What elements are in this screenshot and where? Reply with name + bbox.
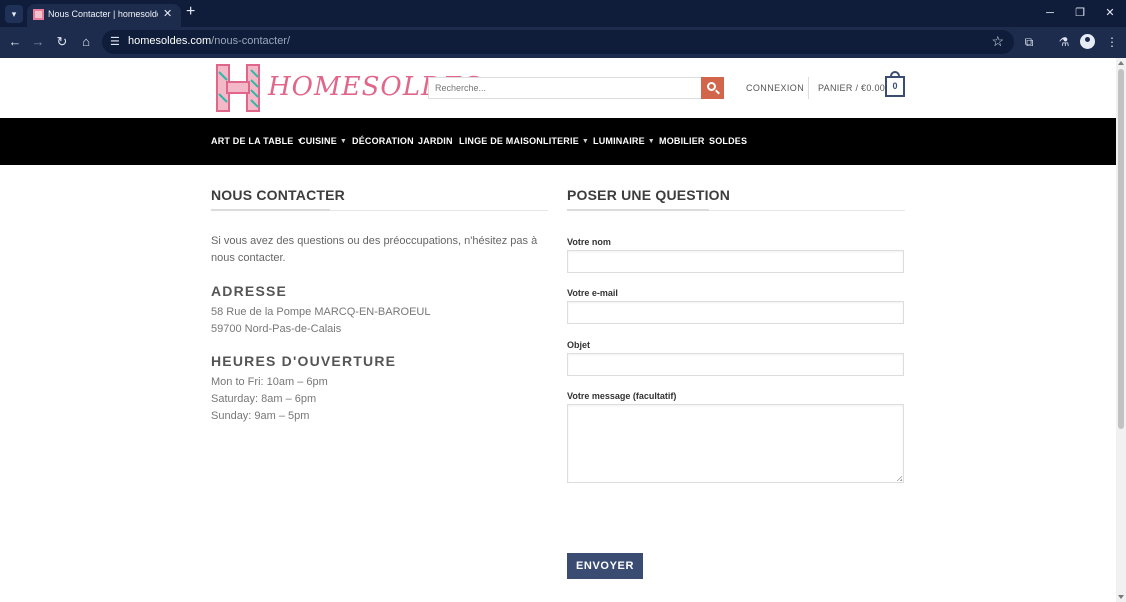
nav-label: LUMINAIRE (593, 136, 645, 146)
nav-jardin[interactable]: JARDIN (418, 136, 453, 146)
submit-button[interactable]: ENVOYER (567, 553, 643, 579)
tab-title: Nous Contacter | homesoldes.c... (48, 9, 158, 19)
cart-link[interactable]: PANIER / €0.00 (818, 83, 885, 93)
subject-field[interactable] (567, 353, 904, 376)
nav-label: ART DE LA TABLE (211, 136, 294, 146)
page-scrollbar[interactable] (1116, 58, 1126, 602)
nav-literie[interactable]: LITERIE ▼ (543, 136, 589, 146)
login-link[interactable]: CONNEXION (746, 83, 804, 93)
profile-avatar-icon[interactable] (1080, 34, 1095, 49)
chevron-down-icon: ▼ (581, 138, 590, 145)
email-field[interactable] (567, 301, 904, 324)
bookmark-star-icon[interactable]: ☆ (991, 33, 1004, 50)
subject-label: Objet (567, 340, 591, 350)
browser-tab[interactable]: Nous Contacter | homesoldes.c... ✕ (27, 4, 181, 27)
title-underline (567, 209, 709, 211)
nav-luminaire[interactable]: LUMINAIRE ▼ (593, 136, 655, 146)
hours-heading: HEURES D'OUVERTURE (211, 353, 397, 369)
url-text[interactable]: homesoldes.com/nous-contacter/ (128, 35, 290, 47)
scroll-up-icon[interactable] (1118, 61, 1124, 65)
browser-tab-bar: ▾ Nous Contacter | homesoldes.c... ✕ + ─… (0, 0, 1126, 27)
nav-cuisine[interactable]: CUISINE ▼ (299, 136, 347, 146)
email-label: Votre e-mail (567, 288, 618, 298)
nav-decoration[interactable]: DÉCORATION (352, 136, 414, 146)
extensions-icon[interactable]: ⧉ (1020, 33, 1038, 51)
main-navigation: ART DE LA TABLE ▼ CUISINE ▼ DÉCORATION JAR… (0, 118, 1116, 165)
resize-handle-icon[interactable] (896, 475, 902, 481)
nav-mobilier[interactable]: MOBILIER (659, 136, 705, 146)
chevron-down-icon: ▼ (339, 138, 348, 145)
labs-icon[interactable]: ⚗ (1055, 33, 1073, 51)
site-header: HOMESOLDES CONNEXION PANIER / €0.00 0 (0, 58, 1116, 118)
new-tab-icon[interactable]: + (186, 3, 195, 21)
nav-label: SOLDES (709, 136, 748, 146)
name-label: Votre nom (567, 237, 611, 247)
browser-toolbar: ← → ↻ ⌂ ☰ homesoldes.com/nous-contacter/… (0, 27, 1126, 58)
reload-icon[interactable]: ↻ (53, 33, 71, 51)
address-bar[interactable]: ☰ homesoldes.com/nous-contacter/ ☆ (102, 30, 1014, 54)
address-line-1: 58 Rue de la Pompe MARCQ-EN-BAROEUL (211, 306, 431, 318)
message-label: Votre message (facultatif) (567, 391, 677, 401)
restore-icon[interactable]: ❐ (1070, 5, 1090, 21)
nav-label: MOBILIER (659, 136, 705, 146)
close-tab-icon[interactable]: ✕ (163, 7, 172, 20)
site-info-icon[interactable]: ☰ (110, 34, 124, 50)
menu-kebab-icon[interactable]: ⋮ (1103, 33, 1121, 51)
nav-label: DÉCORATION (352, 136, 414, 146)
contact-intro: Si vous avez des questions ou des préocc… (211, 235, 538, 264)
title-underline (211, 209, 330, 211)
back-icon[interactable]: ← (6, 33, 24, 51)
nav-art-de-la-table[interactable]: ART DE LA TABLE ▼ (211, 136, 304, 146)
url-path: /nous-contacter/ (211, 35, 291, 47)
hours-saturday: Saturday: 8am – 6pm (211, 393, 317, 405)
scrollbar-thumb[interactable] (1118, 69, 1124, 429)
url-domain: homesoldes.com (128, 35, 212, 47)
tab-search-icon[interactable]: ▾ (5, 5, 23, 23)
close-window-icon[interactable]: ✕ (1100, 5, 1120, 21)
chevron-down-icon: ▼ (647, 138, 655, 145)
search-form (428, 77, 724, 99)
forward-icon[interactable]: → (29, 33, 47, 51)
scroll-down-icon[interactable] (1118, 595, 1124, 599)
hours-weekdays: Mon to Fri: 10am – 6pm (211, 376, 328, 388)
nav-linge-de-maison[interactable]: LINGE DE MAISON (459, 136, 543, 146)
nav-label: JARDIN (418, 136, 453, 146)
favicon-icon (33, 9, 44, 20)
search-input[interactable] (428, 77, 702, 99)
nav-label: CUISINE (299, 136, 337, 146)
cart-count-badge[interactable]: 0 (885, 76, 905, 97)
name-field[interactable] (567, 250, 904, 273)
form-title: POSER UNE QUESTION (567, 187, 731, 203)
nav-label: LITERIE (543, 136, 579, 146)
logo-h-mark-icon (216, 64, 260, 112)
hours-sunday: Sunday: 9am – 5pm (211, 410, 310, 422)
header-divider (808, 77, 809, 99)
web-page: HOMESOLDES CONNEXION PANIER / €0.00 0 AR… (0, 58, 1116, 602)
minimize-icon[interactable]: ─ (1040, 5, 1060, 21)
address-line-2: 59700 Nord-Pas-de-Calais (211, 323, 342, 335)
nav-label: LINGE DE MAISON (459, 136, 544, 146)
address-heading: ADRESSE (211, 283, 288, 299)
search-icon-handle (715, 89, 720, 95)
message-field[interactable] (567, 404, 904, 483)
contact-title: NOUS CONTACTER (211, 187, 345, 203)
home-icon[interactable]: ⌂ (77, 33, 95, 51)
search-button[interactable] (701, 77, 724, 99)
nav-soldes[interactable]: SOLDES (709, 136, 747, 146)
site-logo[interactable]: HOMESOLDES (214, 62, 481, 114)
